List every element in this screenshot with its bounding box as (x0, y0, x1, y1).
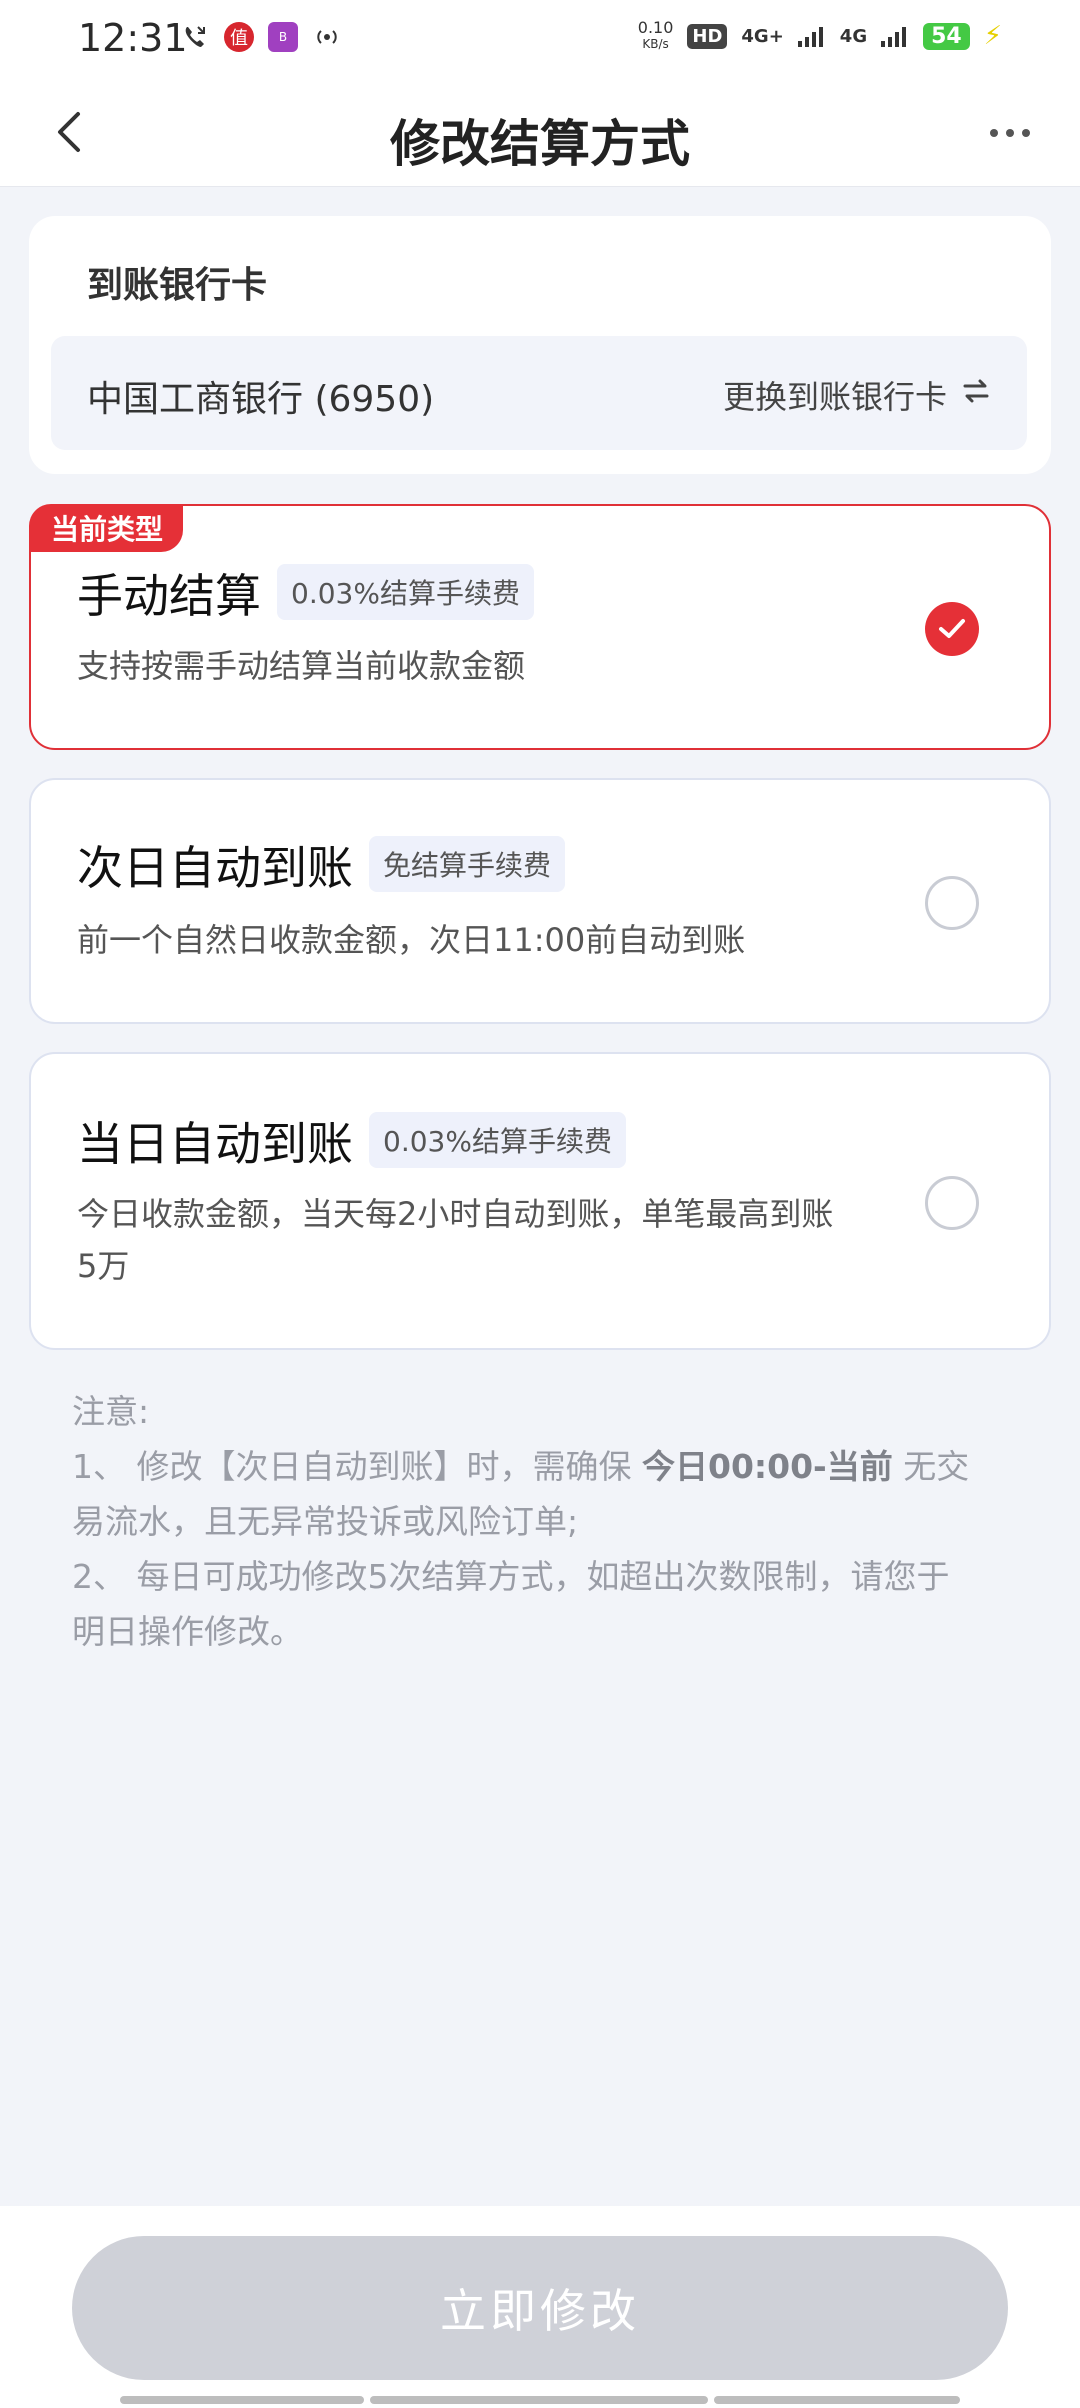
bottom-action-bar: 立即修改 (0, 2206, 1080, 2408)
radio-selected[interactable] (925, 602, 979, 656)
fee-badge: 0.03%结算手续费 (277, 564, 534, 620)
option-description: 前一个自然日收款金额，次日11:00前自动到账 (77, 921, 746, 959)
more-dot-icon (1006, 129, 1014, 137)
option-title: 手动结算 (77, 569, 261, 623)
hotspot-icon (312, 22, 342, 52)
note-1: 1、 修改【次日自动到账】时，需确保 今日00:00-当前 无交 (72, 1439, 1012, 1494)
change-bank-card-link[interactable]: 更换到账银行卡 (723, 372, 947, 418)
page-title: 修改结算方式 (390, 115, 690, 173)
fee-badge: 0.03%结算手续费 (369, 1112, 626, 1168)
more-dot-icon (1022, 129, 1030, 137)
charging-icon: ⚡ (983, 21, 1002, 51)
battery-level: 54 (923, 22, 970, 50)
hd-badge: HD (687, 23, 728, 49)
notes-section: 注意: 1、 修改【次日自动到账】时，需确保 今日00:00-当前 无交 易流水… (72, 1384, 1012, 1659)
notes-heading: 注意: (72, 1392, 150, 1431)
signal-bars-icon (797, 27, 823, 47)
nav-bar: 修改结算方式 (0, 80, 1080, 187)
more-button[interactable] (980, 108, 1040, 158)
option-next-day-auto[interactable]: 次日自动到账 免结算手续费 前一个自然日收款金额，次日11:00前自动到账 (29, 778, 1051, 1024)
option-same-day-auto[interactable]: 当日自动到账 0.03%结算手续费 今日收款金额，当天每2小时自动到账，单笔最高… (29, 1052, 1051, 1350)
speed-value: 0.10 (637, 18, 674, 37)
bank-app-icon: B (268, 22, 298, 52)
option-description-line: 5万 (77, 1247, 130, 1285)
app-notification-icon-red: 值 (224, 22, 254, 52)
gesture-handle (120, 2396, 364, 2404)
gesture-handle (370, 2396, 708, 2404)
more-dot-icon (990, 129, 998, 137)
radio-unselected[interactable] (925, 1176, 979, 1230)
option-description-line: 今日收款金额，当天每2小时自动到账，单笔最高到账 (77, 1195, 834, 1233)
option-manual-settlement[interactable]: 当前类型 手动结算 0.03%结算手续费 支持按需手动结算当前收款金额 (29, 504, 1051, 750)
note-highlight: 今日00:00-当前 (641, 1447, 893, 1486)
signal-4gplus: 4G+ (741, 25, 784, 47)
status-system-icons: 0.10 KB/s HD 4G+ 4G 54 ⚡ (638, 20, 1002, 52)
network-speed: 0.10 KB/s (638, 20, 674, 52)
status-bar: 12:31 值 B 0.10 KB/s HD 4G+ 4G 54 ⚡ (0, 0, 1080, 80)
bank-section-heading: 到账银行卡 (87, 265, 268, 306)
missed-call-icon (180, 22, 210, 52)
note-2: 2、 每日可成功修改5次结算方式，如超出次数限制，请您于 (72, 1557, 950, 1596)
signal-bars-icon-2 (881, 27, 907, 47)
check-icon (939, 619, 965, 638)
note-text: 1、 修改【次日自动到账】时，需确保 (72, 1447, 642, 1486)
option-description: 今日收款金额，当天每2小时自动到账，单笔最高到账 5万 (77, 1188, 937, 1292)
option-description: 支持按需手动结算当前收款金额 (77, 647, 526, 685)
note-2-line2: 明日操作修改。 (72, 1612, 303, 1651)
status-time: 12:31 (78, 16, 188, 60)
note-1-line2: 易流水，且无异常投诉或风险订单; (72, 1502, 579, 1541)
speed-unit: KB/s (642, 37, 669, 51)
bank-card-section: 到账银行卡 中国工商银行 (6950) 更换到账银行卡 (29, 216, 1051, 474)
current-type-tag: 当前类型 (29, 504, 184, 552)
radio-unselected[interactable] (925, 876, 979, 930)
signal-4g: 4G (839, 25, 868, 47)
gesture-handle (714, 2396, 960, 2404)
note-text: 无交 (892, 1447, 970, 1486)
submit-change-button[interactable]: 立即修改 (72, 2236, 1008, 2380)
bank-card-row: 中国工商银行 (6950) 更换到账银行卡 (51, 336, 1027, 450)
bank-card-name: 中国工商银行 (6950) (87, 379, 435, 420)
status-notification-icons: 值 B (180, 22, 342, 52)
option-title: 次日自动到账 (77, 841, 353, 895)
fee-badge: 免结算手续费 (369, 836, 566, 892)
swap-icon[interactable] (961, 376, 991, 406)
option-title: 当日自动到账 (77, 1117, 353, 1171)
